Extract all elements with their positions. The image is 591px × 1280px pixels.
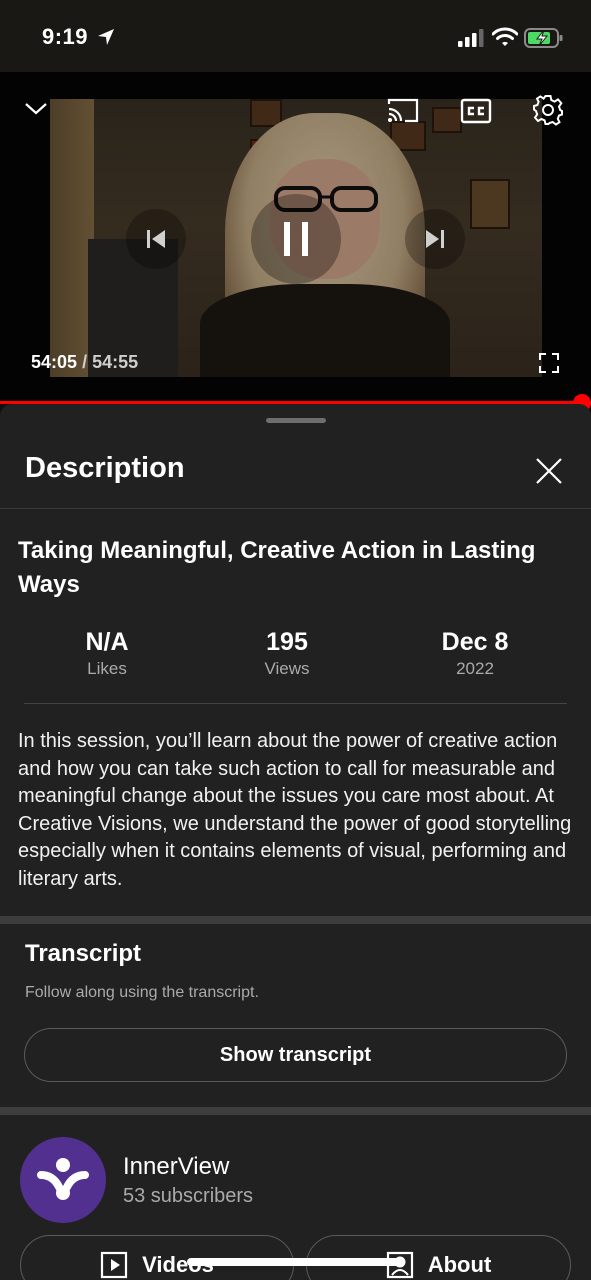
video-stats: N/A Likes 195 Views Dec 8 2022	[0, 626, 591, 686]
show-transcript-button[interactable]: Show transcript	[24, 1028, 567, 1082]
subscriber-count: 53 subscribers	[123, 1185, 254, 1207]
battery-charging-icon	[524, 28, 563, 48]
description-text: In this session, you’ll learn about the …	[18, 730, 572, 890]
duration: / 54:55	[82, 352, 139, 372]
video-player[interactable]: 54:05 / 54:55	[0, 72, 591, 402]
sheet-grabber[interactable]	[266, 418, 326, 423]
settings-button[interactable]	[532, 94, 564, 126]
divider	[24, 703, 567, 704]
closed-captions-button[interactable]	[460, 98, 492, 124]
video-title: Taking Meaningful, Creative Action in La…	[18, 537, 536, 598]
sheet-title: Description	[25, 452, 185, 484]
time-readout: 54:05 / 54:55	[31, 352, 138, 373]
about-label: About	[427, 1252, 492, 1277]
channel-avatar[interactable]	[20, 1137, 106, 1223]
status-bar: 9:19	[0, 0, 591, 72]
settings-gear-icon	[533, 95, 563, 126]
home-indicator[interactable]	[187, 1258, 404, 1266]
pause-button[interactable]	[251, 194, 341, 284]
likes-label: Likes	[87, 659, 127, 678]
show-transcript-label: Show transcript	[219, 1043, 372, 1066]
next-icon	[426, 230, 444, 248]
pause-icon	[284, 222, 308, 256]
views-value: 195	[266, 628, 308, 656]
cast-icon	[387, 98, 419, 123]
date-value: Dec 8	[441, 628, 509, 656]
transcript-title: Transcript	[25, 940, 142, 967]
date-stat: Dec 8 2022	[390, 626, 560, 680]
chevron-down-icon	[25, 103, 47, 115]
wifi-icon	[492, 27, 518, 46]
description-sheet: Description Taking Meaningful, Creative …	[0, 404, 591, 1280]
channel-name[interactable]: InnerView	[123, 1153, 229, 1181]
collapse-button[interactable]	[22, 98, 50, 118]
current-time: 54:05	[31, 352, 78, 372]
location-arrow-icon	[98, 29, 114, 45]
cast-button[interactable]	[386, 96, 420, 124]
previous-icon	[147, 230, 165, 248]
next-button[interactable]	[405, 209, 465, 269]
closed-captions-icon	[460, 98, 492, 124]
likes-stat: N/A Likes	[22, 626, 192, 680]
status-time: 9:19	[42, 24, 89, 49]
close-icon[interactable]	[534, 456, 564, 486]
likes-value: N/A	[85, 628, 129, 656]
section-separator	[0, 916, 591, 924]
section-separator	[0, 1107, 591, 1115]
video-play-icon	[101, 1251, 128, 1279]
previous-button[interactable]	[126, 209, 186, 269]
divider	[0, 508, 591, 509]
cellular-signal-icon	[458, 29, 484, 47]
views-stat: 195 Views	[202, 626, 372, 680]
fullscreen-button[interactable]	[538, 352, 560, 374]
innerview-logo-icon	[37, 1158, 89, 1200]
year-label: 2022	[456, 659, 494, 678]
transcript-subtitle: Follow along using the transcript.	[25, 984, 259, 1001]
fullscreen-icon	[539, 353, 559, 373]
views-label: Views	[264, 659, 310, 678]
